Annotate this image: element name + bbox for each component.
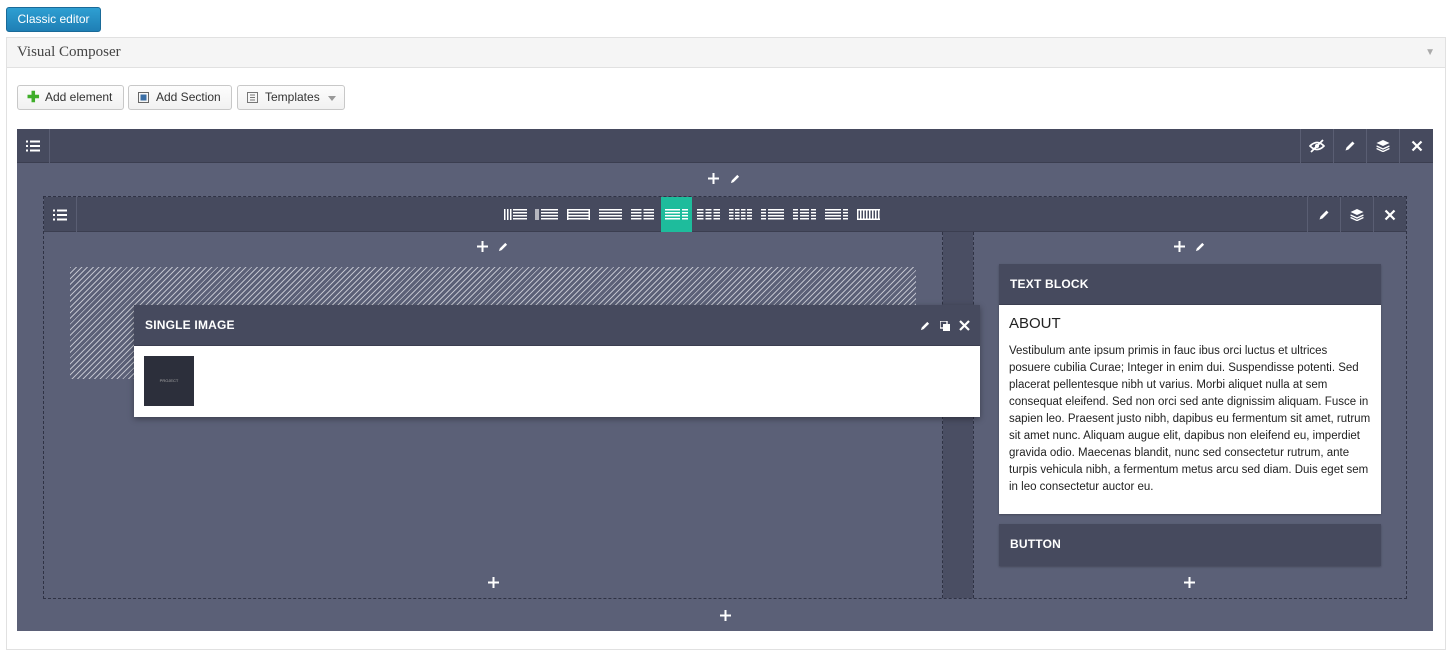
chevron-down-icon bbox=[328, 96, 336, 101]
text-block-body: Vestibulum ante ipsum primis in fauc ibu… bbox=[1009, 345, 1371, 493]
row-drag-handle[interactable] bbox=[17, 129, 50, 163]
inner-row-clone-button[interactable] bbox=[1340, 197, 1373, 232]
plus-icon[interactable] bbox=[1174, 241, 1185, 252]
row-controls-bar bbox=[17, 129, 1433, 163]
layers-icon bbox=[1350, 208, 1364, 221]
button-element[interactable]: BUTTON bbox=[999, 524, 1381, 566]
layout-option-icon[interactable] bbox=[725, 197, 757, 232]
panel-header[interactable]: Visual Composer ▼ bbox=[7, 38, 1445, 68]
templates-button[interactable]: Templates bbox=[237, 85, 345, 110]
text-block-content: ABOUT Vestibulum ante ipsum primis in fa… bbox=[999, 305, 1381, 514]
pencil-icon[interactable] bbox=[1195, 242, 1205, 252]
row-clone-button[interactable] bbox=[1366, 129, 1399, 163]
layout-option-icon[interactable] bbox=[563, 197, 595, 232]
layout-option-icon[interactable] bbox=[595, 197, 627, 232]
pencil-icon[interactable] bbox=[920, 321, 930, 331]
inner-row: TEXT BLOCK ABOUT Vestibulum ante ipsum p… bbox=[43, 196, 1407, 599]
column-right: TEXT BLOCK ABOUT Vestibulum ante ipsum p… bbox=[973, 232, 1406, 598]
eye-slash-icon bbox=[1309, 139, 1325, 153]
text-block-element[interactable]: TEXT BLOCK ABOUT Vestibulum ante ipsum p… bbox=[999, 264, 1381, 514]
row-container: TEXT BLOCK ABOUT Vestibulum ante ipsum p… bbox=[17, 129, 1433, 631]
add-element-button[interactable]: ✚ Add element bbox=[17, 85, 124, 110]
inner-row-delete-button[interactable] bbox=[1373, 197, 1406, 232]
plus-icon[interactable] bbox=[488, 577, 499, 588]
button-element-title: BUTTON bbox=[1010, 537, 1061, 551]
toggle-visibility-button[interactable] bbox=[1300, 129, 1333, 163]
layers-icon bbox=[1376, 140, 1390, 152]
layout-option-icon[interactable] bbox=[531, 197, 563, 232]
pencil-icon bbox=[1345, 141, 1355, 151]
inner-row-edit-button[interactable] bbox=[1307, 197, 1340, 232]
panel-title: Visual Composer bbox=[17, 44, 121, 60]
list-icon bbox=[53, 209, 67, 220]
inner-row-controls-bar bbox=[44, 197, 1406, 232]
add-section-label: Add Section bbox=[156, 90, 221, 104]
collapse-icon[interactable]: ▼ bbox=[1425, 47, 1435, 58]
copy-icon[interactable] bbox=[940, 321, 950, 331]
thumbnail-caption: PROJECT bbox=[159, 378, 179, 383]
layout-option-icon[interactable] bbox=[757, 197, 789, 232]
single-image-header[interactable]: SINGLE IMAGE bbox=[134, 305, 980, 346]
pencil-icon bbox=[1319, 210, 1329, 219]
add-element-label: Add element bbox=[45, 90, 113, 104]
classic-editor-button[interactable]: Classic editor bbox=[6, 7, 101, 32]
templates-label: Templates bbox=[265, 90, 320, 104]
templates-icon bbox=[247, 92, 258, 103]
single-image-title: SINGLE IMAGE bbox=[145, 318, 235, 332]
text-block-heading: ABOUT bbox=[1009, 315, 1061, 332]
inner-row-drag-handle[interactable] bbox=[44, 197, 77, 232]
row-edit-button[interactable] bbox=[1333, 129, 1366, 163]
list-icon bbox=[26, 140, 40, 152]
layout-option-icon[interactable] bbox=[627, 197, 659, 232]
layout-option-icon[interactable] bbox=[821, 197, 853, 232]
layout-option-icon[interactable] bbox=[693, 197, 725, 232]
plus-icon[interactable] bbox=[477, 241, 488, 252]
text-block-header[interactable]: TEXT BLOCK bbox=[999, 264, 1381, 305]
pencil-icon[interactable] bbox=[498, 242, 508, 252]
add-section-button[interactable]: Add Section bbox=[128, 85, 232, 110]
close-icon bbox=[1411, 140, 1422, 152]
layout-option-icon[interactable] bbox=[789, 197, 821, 232]
pencil-icon[interactable] bbox=[730, 174, 740, 184]
close-icon bbox=[1384, 209, 1396, 220]
single-image-element[interactable]: SINGLE IMAGE PROJECT bbox=[134, 305, 980, 417]
page-root: Classic editor Visual Composer ▼ ✚ Add e… bbox=[0, 0, 1454, 657]
plus-icon: ✚ bbox=[27, 89, 40, 106]
close-icon[interactable] bbox=[959, 320, 970, 331]
section-icon bbox=[138, 92, 149, 103]
text-block-title: TEXT BLOCK bbox=[1010, 277, 1089, 291]
plus-icon[interactable] bbox=[1184, 577, 1195, 588]
row-top-controls bbox=[706, 170, 746, 188]
plus-icon[interactable] bbox=[708, 173, 719, 184]
button-element-header[interactable]: BUTTON bbox=[999, 524, 1381, 566]
visual-composer-panel: Visual Composer ▼ ✚ Add element Add Sect… bbox=[6, 37, 1446, 650]
layout-option-active-icon[interactable] bbox=[661, 197, 692, 232]
image-thumbnail[interactable]: PROJECT bbox=[144, 356, 194, 406]
layout-option-icon[interactable] bbox=[853, 197, 885, 232]
plus-icon[interactable] bbox=[720, 610, 731, 621]
row-delete-button[interactable] bbox=[1399, 129, 1433, 163]
layout-option-icon[interactable] bbox=[500, 197, 531, 232]
single-image-content: PROJECT bbox=[134, 346, 980, 417]
